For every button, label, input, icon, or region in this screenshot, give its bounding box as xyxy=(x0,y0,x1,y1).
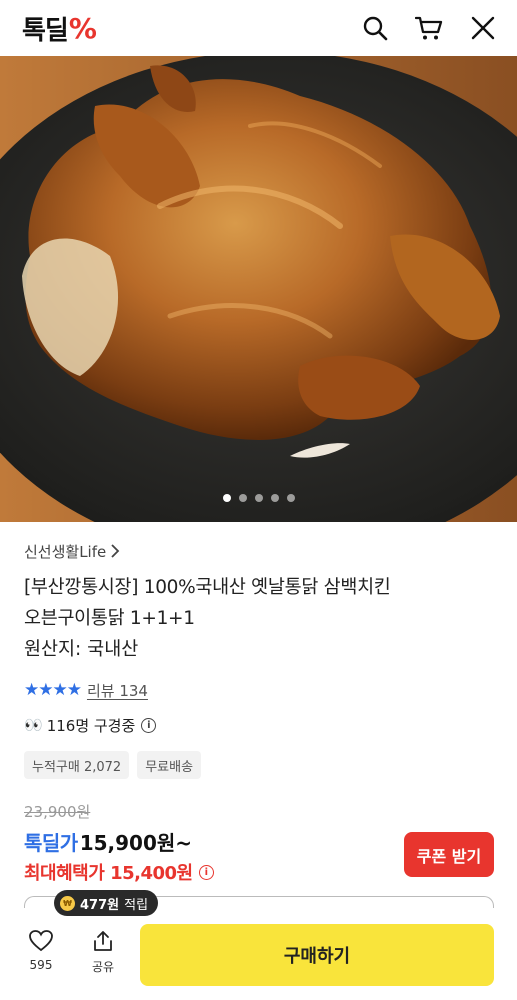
carousel-dot[interactable] xyxy=(222,494,231,502)
product-title-line2: 오븐구이통닭 1+1+1 xyxy=(24,608,195,629)
bottom-action-bar: ₩ 477원 적립 595 공유 구매하기 xyxy=(0,890,517,1000)
rating-row[interactable]: ★★★★ 리뷰 134 xyxy=(24,679,494,701)
seller-name: 신선생활Life xyxy=(24,542,107,561)
like-button[interactable]: 595 xyxy=(21,930,61,972)
close-icon[interactable] xyxy=(469,14,497,42)
product-image-carousel[interactable] xyxy=(0,56,517,522)
chicken-photo xyxy=(0,56,517,522)
product-origin: 원산지: 국내산 xyxy=(24,639,139,660)
original-price: 23,900원 xyxy=(24,803,91,821)
viewing-row: 👀 116명 구경중 i xyxy=(24,713,494,737)
coin-icon: ₩ xyxy=(60,895,75,911)
info-icon[interactable]: i xyxy=(141,717,157,733)
coupon-button[interactable]: 쿠폰 받기 xyxy=(404,832,494,877)
points-badge: ₩ 477원 적립 xyxy=(54,890,159,916)
free-shipping-badge: 무료배송 xyxy=(137,751,202,779)
cumulative-purchase-badge: 누적구매 2,072 xyxy=(24,751,130,779)
carousel-dot[interactable] xyxy=(254,494,263,502)
like-count: 595 xyxy=(29,958,53,972)
deal-price-label: 톡딜가 xyxy=(24,831,78,855)
search-icon[interactable] xyxy=(361,14,389,42)
cart-icon[interactable] xyxy=(415,14,443,42)
share-icon xyxy=(94,931,112,951)
deal-price: 15,900원~ xyxy=(79,831,193,855)
eyes-icon: 👀 xyxy=(24,716,43,734)
heart-icon xyxy=(29,930,53,952)
logo-text: 톡딜 xyxy=(22,15,69,46)
badge-list: 누적구매 2,072 무료배송 xyxy=(24,751,494,779)
carousel-dot[interactable] xyxy=(270,494,279,502)
viewing-count: 116명 구경중 xyxy=(46,716,136,735)
talkdeal-logo[interactable]: 톡딜% xyxy=(22,10,97,47)
carousel-indicator xyxy=(222,494,295,502)
max-benefit-price: 최대혜택가 15,400원 xyxy=(24,863,193,884)
points-amount: 477원 xyxy=(80,897,120,913)
chevron-right-icon xyxy=(111,544,120,558)
review-link[interactable]: 리뷰 134 xyxy=(87,680,148,701)
product-title: [부산깡통시장] 100%국내산 옛날통닭 삼백치킨 오븐구이통닭 1+1+1 xyxy=(24,572,494,634)
carousel-dot[interactable] xyxy=(238,494,247,502)
star-rating-icon: ★★★★ xyxy=(24,680,82,700)
carousel-dot[interactable] xyxy=(286,494,295,502)
logo-percent-symbol: % xyxy=(68,11,97,45)
info-icon[interactable]: i xyxy=(198,864,214,880)
buy-button[interactable]: 구매하기 xyxy=(140,924,494,986)
share-label: 공유 xyxy=(91,960,115,974)
top-bar: 톡딜% xyxy=(0,0,517,56)
share-button[interactable]: 공유 xyxy=(83,930,123,975)
seller-link[interactable]: 신선생활Life xyxy=(24,540,494,562)
product-title-line1: [부산깡통시장] 100%국내산 옛날통닭 삼백치킨 xyxy=(24,577,391,598)
points-suffix: 적립 xyxy=(124,897,149,913)
